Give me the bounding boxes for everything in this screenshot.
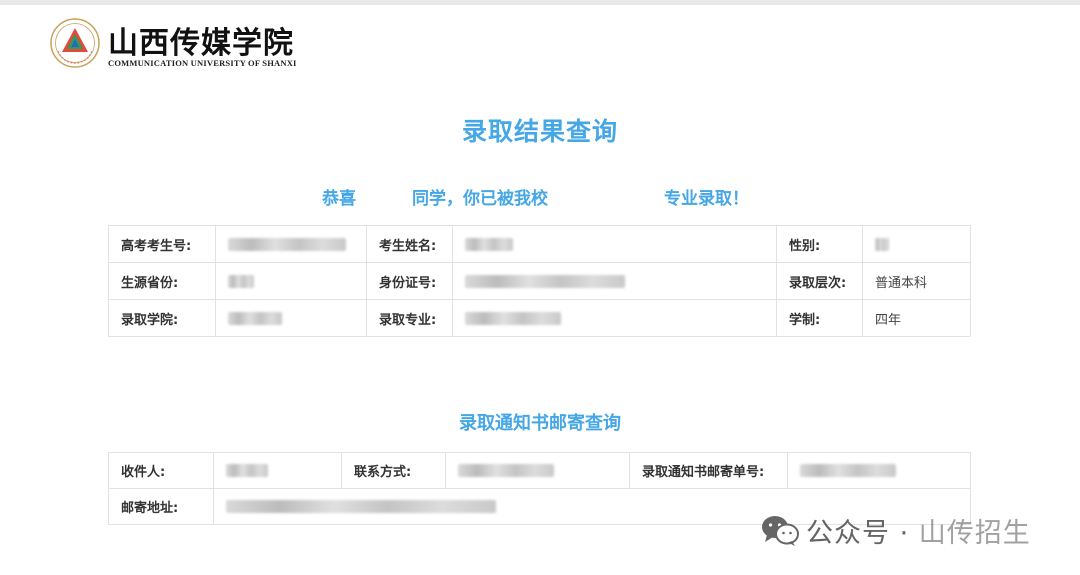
redacted-value (458, 464, 554, 477)
redacted-value (465, 311, 561, 325)
duration-value: 四年 (862, 299, 971, 337)
college-value (215, 299, 367, 337)
contact-label: 联系方式: (341, 452, 446, 489)
gender-label: 性别: (776, 225, 863, 263)
gender-value (862, 225, 971, 263)
wechat-watermark: 公众号 · 山传招生 (760, 511, 1031, 550)
id-number-value (452, 262, 777, 300)
student-name-label: 考生姓名: (366, 225, 453, 263)
exam-number-label: 高考考生号: (108, 225, 216, 263)
brand-name-en: COMMUNICATION UNIVERSITY OF SHANXI (108, 58, 297, 68)
congrats-prefix: 恭喜 (322, 189, 356, 209)
table-row: 录取学院: 录取专业: 学制: 四年 (108, 299, 971, 337)
province-label: 生源省份: (108, 262, 216, 300)
redacted-value (465, 274, 625, 288)
redacted-value (226, 500, 496, 513)
redacted-value (228, 274, 254, 288)
top-bar (0, 0, 1080, 5)
redacted-value (226, 464, 268, 477)
contact-value (445, 452, 630, 489)
admission-level-value: 普通本科 (862, 262, 971, 300)
congrats-suffix: 专业录取！ (664, 189, 749, 209)
major-label: 录取专业: (366, 299, 453, 337)
mail-section-title: 录取通知书邮寄查询 (459, 413, 621, 434)
recipient-label: 收件人: (108, 452, 214, 489)
redacted-value (465, 237, 513, 251)
redacted-value (228, 311, 282, 325)
brand-name-cn: 山西传媒学院 (108, 26, 294, 61)
province-value (215, 262, 367, 300)
address-label: 邮寄地址: (108, 488, 214, 525)
table-row: 高考考生号: 考生姓名: 性别: (108, 225, 971, 263)
major-value (452, 299, 777, 337)
exam-number-value (215, 225, 367, 263)
redacted-value (228, 237, 346, 251)
admission-result-table: 高考考生号: 考生姓名: 性别: 生源省份: 身份证号: 录取层次: 普通本科 … (108, 225, 971, 337)
congrats-middle: 同学，你已被我校 (412, 189, 548, 209)
university-logo: 山西传媒学院 COMMUNICATION UNIVERSITY OF SHANX… (50, 18, 320, 74)
table-row: 生源省份: 身份证号: 录取层次: 普通本科 (108, 262, 971, 300)
id-number-label: 身份证号: (366, 262, 453, 300)
watermark-text: 公众号 · 山传招生 (806, 511, 1031, 550)
seal-icon (50, 18, 100, 68)
watermark-prefix: 公众号 · (806, 517, 919, 549)
student-name-value (452, 225, 777, 263)
page-title: 录取结果查询 (461, 117, 618, 146)
wechat-icon (762, 516, 799, 546)
tracking-number-label: 录取通知书邮寄单号: (629, 452, 788, 489)
redacted-value (875, 237, 889, 251)
table-row: 收件人: 联系方式: 录取通知书邮寄单号: (108, 452, 971, 489)
watermark-account-name: 山传招生 (918, 517, 1031, 549)
college-label: 录取学院: (108, 299, 216, 337)
tracking-number-value (787, 452, 971, 489)
recipient-value (213, 452, 342, 489)
redacted-value (800, 464, 896, 477)
duration-label: 学制: (776, 299, 863, 337)
admission-level-label: 录取层次: (776, 262, 863, 300)
